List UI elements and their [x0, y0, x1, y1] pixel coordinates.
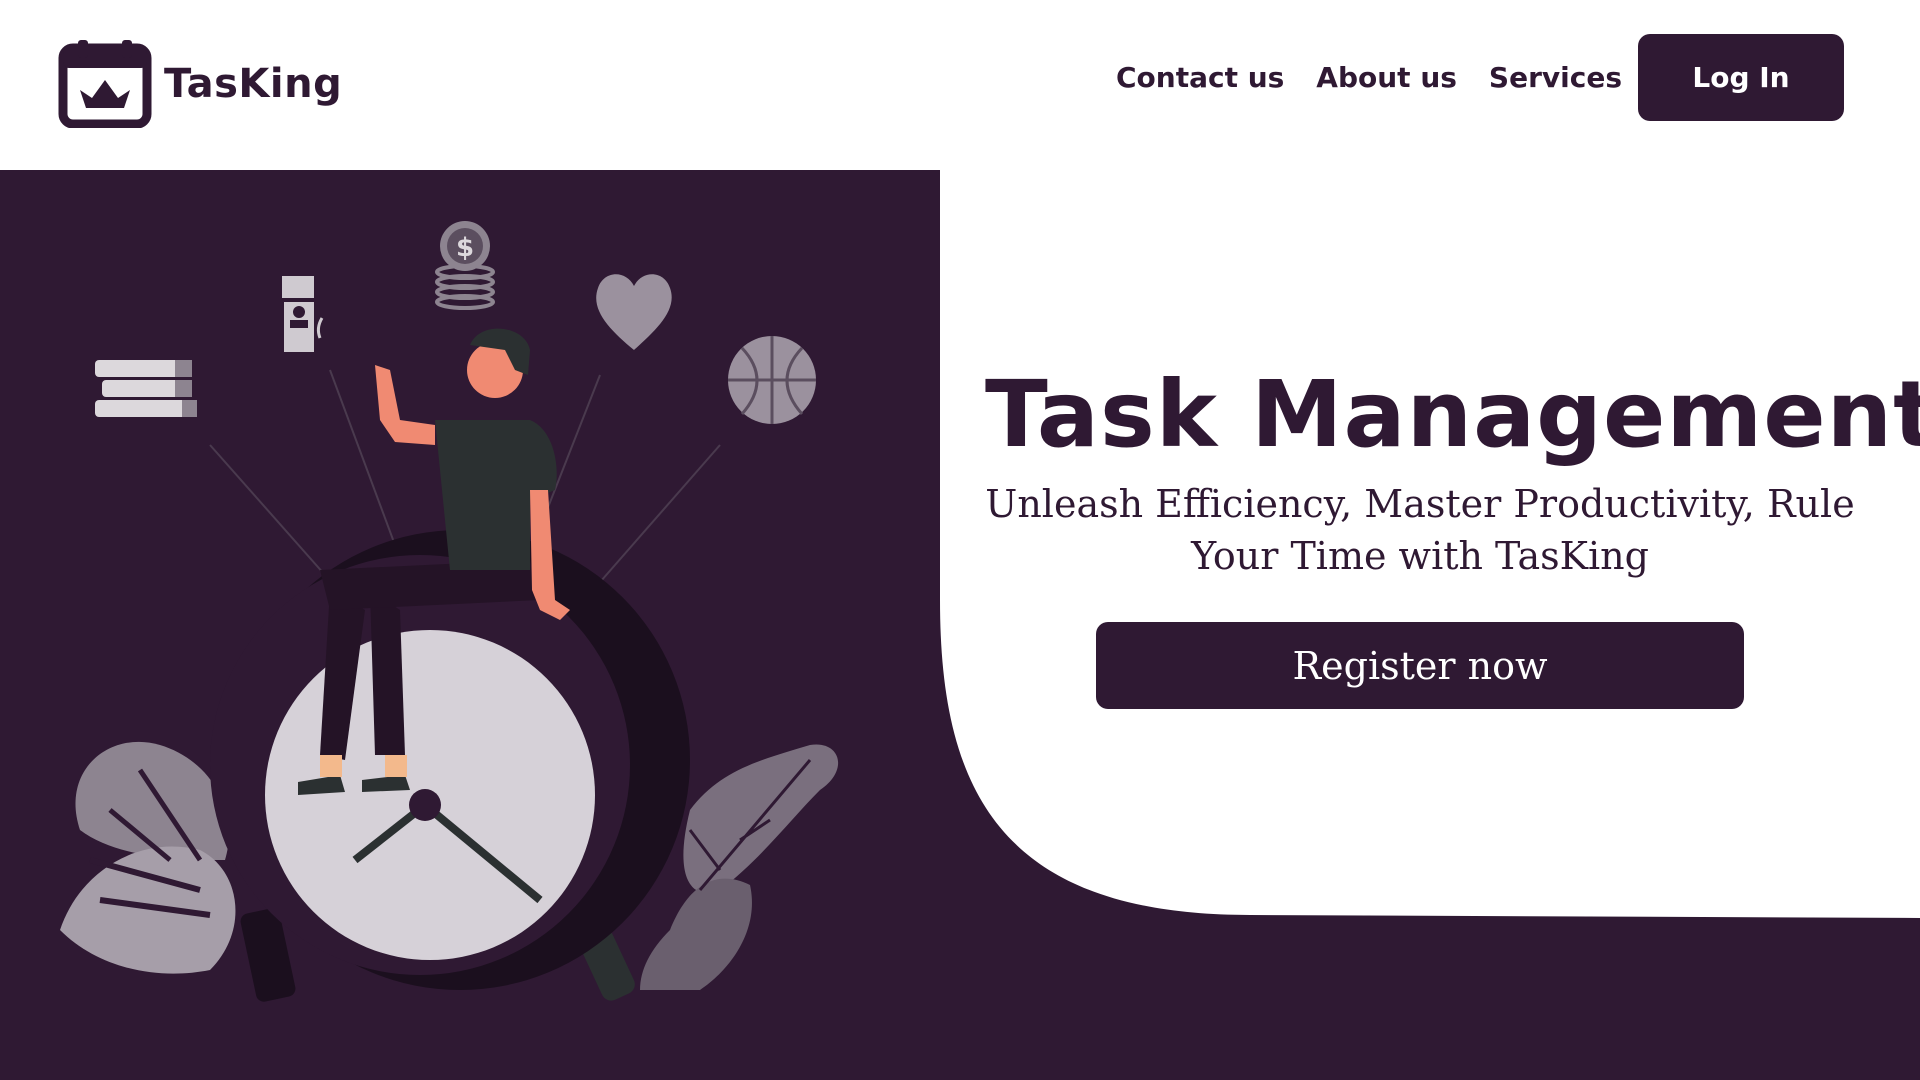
crown-calendar-icon [58, 40, 152, 128]
heart-icon [596, 274, 672, 350]
main-nav: Contact us About us Services Log In [1084, 34, 1844, 121]
brand-name: TasKing [164, 61, 343, 107]
login-button[interactable]: Log In [1638, 34, 1844, 121]
nav-link-services[interactable]: Services [1489, 61, 1622, 94]
nav-link-contact[interactable]: Contact us [1116, 61, 1284, 94]
brand-logo[interactable]: TasKing [58, 40, 342, 128]
svg-text:$: $ [456, 233, 474, 263]
hero-subtitle: Unleash Efficiency, Master Productivity,… [985, 482, 1855, 578]
left-leaves [60, 741, 236, 974]
books-icon [95, 360, 197, 417]
hero-content: Task Management Unleash Efficiency, Mast… [985, 360, 1920, 709]
id-card-icon [282, 276, 324, 352]
register-button[interactable]: Register now [1096, 622, 1744, 709]
dollar-coins-icon: $ [435, 221, 495, 310]
site-header: TasKing Contact us About us Services Log… [0, 0, 1920, 170]
hero-illustration: $ [60, 221, 839, 1002]
nav-link-about[interactable]: About us [1316, 61, 1457, 94]
basketball-icon [728, 336, 816, 424]
hero-title: Task Management [985, 361, 1920, 468]
